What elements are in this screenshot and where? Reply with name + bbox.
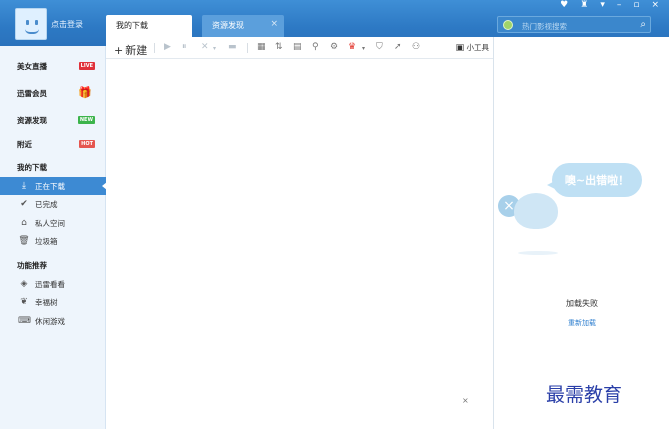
mascot-shadow [518, 251, 558, 255]
search-task-icon[interactable]: ⚲ [312, 42, 319, 52]
sidebar-item-xunlei-kankan[interactable]: ◈ 迅雷看看 [0, 275, 106, 293]
sidebar-item-vip[interactable]: 迅雷会员 🎁 [0, 84, 106, 102]
settings-icon[interactable]: ⚙ [330, 42, 338, 52]
play-shield-icon: ◈ [20, 279, 28, 289]
avatar-mouth [25, 29, 39, 34]
sidebar-item-label: 附近 [17, 139, 32, 149]
sidebar-item-label: 正在下载 [35, 181, 65, 191]
section-heading-downloads: 我的下载 [17, 162, 47, 172]
sort-icon[interactable]: ⇅ [275, 42, 283, 52]
sidebar-item-downloading[interactable]: ⤓ 正在下载 [0, 177, 107, 195]
search-placeholder: 热门影视搜索 [522, 22, 567, 31]
download-list: × [106, 59, 493, 429]
search-icon[interactable]: ⌕ [640, 19, 646, 30]
sidebar-item-private-space[interactable]: ⌂ 私人空间 [0, 214, 106, 232]
close-banner-icon[interactable]: × [462, 396, 469, 405]
leaf-icon: ❦ [20, 297, 28, 307]
avatar-eye-right [35, 20, 38, 25]
speed-icon[interactable]: ➚ [394, 42, 402, 52]
start-icon[interactable]: ▶ [164, 42, 171, 52]
sidebar-item-label: 美女直播 [17, 61, 47, 71]
sidebar-item-label: 休闲游戏 [35, 316, 65, 326]
login-area[interactable]: 点击登录 [8, 6, 100, 42]
tools-label: 小工具 [466, 43, 490, 52]
sidebar-item-resources[interactable]: 资源发现 NEW [0, 111, 106, 129]
sidebar-item-label: 资源发现 [17, 115, 47, 125]
avatar-eye-left [26, 20, 29, 25]
section-heading-features: 功能推荐 [17, 260, 47, 270]
sidebar-item-trash[interactable]: 🗑 垃圾箱 [0, 232, 106, 250]
minimize-icon[interactable]: – [617, 0, 622, 12]
search-input[interactable]: 热门影视搜索 ⌕ [497, 16, 651, 33]
toolbar-divider [247, 43, 248, 53]
close-icon[interactable]: × [651, 0, 659, 12]
vip-dropdown-icon[interactable]: ▾ [362, 45, 365, 52]
plus-icon: + [114, 44, 124, 57]
delete-icon[interactable]: ✕ [201, 42, 209, 52]
sidebar-item-live[interactable]: 美女直播 LIVE [0, 57, 106, 75]
tools-button[interactable]: ▣ 小工具 [456, 42, 489, 53]
sidebar-item-label: 私人空间 [35, 218, 65, 228]
window-controls: ♥ ♜ ▾ – ▫ × [560, 0, 659, 12]
error-bubble: 噢~出错啦！ [547, 163, 642, 197]
grid-view-icon[interactable]: ▦ [257, 42, 266, 52]
reload-link[interactable]: 重新加载 [494, 318, 669, 328]
tab-resource-discovery[interactable]: 资源发现 × [202, 15, 284, 37]
delete-dropdown-icon[interactable]: ▾ [213, 45, 216, 52]
game-icon[interactable]: ⚇ [412, 42, 420, 52]
login-link[interactable]: 点击登录 [51, 19, 83, 30]
watermark: 最需教育 [546, 384, 623, 406]
sidebar-item-label: 幸福树 [35, 297, 58, 307]
live-badge: LIVE [78, 62, 95, 70]
tab-close-icon[interactable]: × [270, 19, 278, 29]
mascot-illustration [514, 193, 558, 229]
gift-icon: 🎁 [78, 86, 92, 99]
shirt-icon[interactable]: ♜ [580, 0, 588, 12]
details-icon[interactable]: ▤ [293, 42, 302, 52]
toolbar: + 新建 ▶ ⏸ ✕ ▾ ▬ ▦ ⇅ ▤ ⚲ ⚙ ♛ ▾ ⛉ ➚ ⚇ ▣ 小工具 [106, 37, 493, 59]
sidebar-item-label: 已完成 [35, 199, 58, 209]
skin-icon[interactable]: ♥ [560, 0, 568, 12]
sidebar-item-completed[interactable]: ✔ 已完成 [0, 195, 106, 213]
new-task-button[interactable]: + 新建 [114, 42, 149, 58]
menu-icon[interactable]: ▾ [600, 0, 605, 12]
sidebar: 美女直播 LIVE 迅雷会员 🎁 资源发现 NEW 附近 HOT 我的下载 ⤓ … [0, 46, 107, 429]
toolbox-icon: ▣ [455, 43, 465, 53]
shield-icon[interactable]: ⛉ [376, 42, 383, 52]
new-badge: NEW [77, 116, 95, 124]
load-failed-text: 加载失败 [566, 299, 598, 308]
pause-icon[interactable]: ⏸ [182, 42, 187, 52]
gamepad-icon: ⌨ [18, 316, 31, 326]
check-icon: ✔ [20, 199, 28, 209]
sidebar-item-casual-games[interactable]: ⌨ 休闲游戏 [0, 312, 106, 330]
sidebar-item-label: 迅雷看看 [35, 279, 65, 289]
download-icon: ⤓ [22, 181, 26, 191]
sidebar-item-happy-tree[interactable]: ❦ 幸福树 [0, 293, 106, 311]
trash-icon: 🗑 [18, 236, 30, 246]
maximize-icon[interactable]: ▫ [633, 0, 639, 12]
avatar[interactable] [15, 8, 47, 40]
hot-badge: HOT [79, 140, 95, 148]
sidebar-item-label: 垃圾箱 [35, 236, 58, 246]
sidebar-item-label: 迅雷会员 [17, 88, 47, 98]
tab-label: 资源发现 [212, 21, 244, 30]
lock-icon: ⌂ [21, 218, 27, 228]
tab-label: 我的下载 [116, 21, 148, 30]
right-panel: 噢~出错啦！ × 加载失败 重新加载 [493, 37, 669, 429]
toolbar-divider [154, 43, 155, 53]
sidebar-item-nearby[interactable]: 附近 HOT [0, 135, 106, 153]
new-task-label: 新建 [125, 44, 148, 57]
search-logo-icon [503, 20, 513, 30]
tab-my-downloads[interactable]: 我的下载 [106, 15, 192, 37]
folder-icon[interactable]: ▬ [228, 42, 237, 52]
vip-icon[interactable]: ♛ [348, 42, 356, 52]
